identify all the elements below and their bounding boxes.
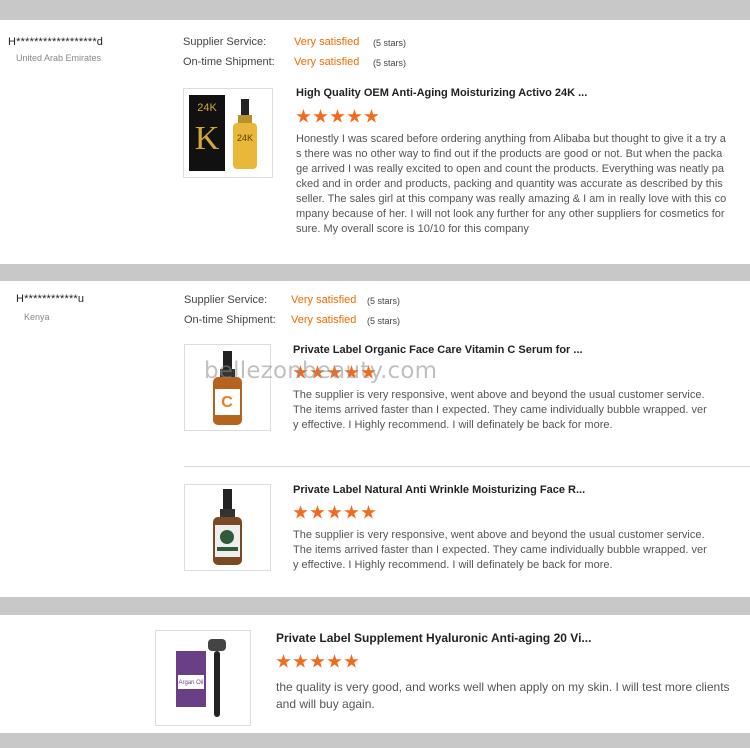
star-icon	[330, 109, 345, 123]
product-title[interactable]: Private Label Supplement Hyaluronic Anti…	[276, 631, 591, 645]
review-card-1: H******************d United Arab Emirate…	[0, 20, 750, 264]
shipment-value: Very satisfied	[294, 56, 360, 68]
supplier-service-value: Very satisfied	[294, 36, 360, 48]
svg-text:C: C	[221, 394, 233, 411]
svg-text:24K: 24K	[197, 102, 217, 114]
star-icon	[296, 109, 311, 123]
review-text: The supplier is very responsive, went ab…	[293, 389, 707, 431]
star-icon	[344, 654, 359, 668]
product-rating	[296, 109, 379, 124]
supplier-service-label: Supplier Service:	[183, 36, 267, 48]
review-text: Honestly I was scared before ordering an…	[296, 133, 727, 235]
reviewer-name: H******************d	[8, 36, 104, 48]
product-thumbnail[interactable]	[184, 484, 271, 571]
product-title[interactable]: High Quality OEM Anti-Aging Moisturizing…	[296, 87, 587, 99]
star-icon	[293, 505, 308, 519]
supplier-service-value: Very satisfied	[291, 294, 357, 306]
review-text: The supplier is very responsive, went ab…	[293, 529, 707, 571]
shipment-value: Very satisfied	[291, 314, 357, 326]
star-icon	[364, 109, 379, 123]
product-title[interactable]: Private Label Organic Face Care Vitamin …	[293, 344, 583, 356]
supplier-service-label: Supplier Service:	[184, 294, 268, 306]
star-icon	[313, 109, 328, 123]
review-card-3: Argan Oil Private Label Supplement Hyalu…	[0, 615, 750, 733]
reviewer-name: H************u	[16, 293, 85, 305]
svg-text:Argan Oil: Argan Oil	[178, 680, 203, 686]
review-text: the quality is very good, and works well…	[276, 680, 730, 711]
watermark: bellezonbeauty.com	[204, 358, 438, 384]
product-title[interactable]: Private Label Natural Anti Wrinkle Moist…	[293, 484, 585, 496]
product-rating	[293, 505, 376, 520]
star-icon	[344, 505, 359, 519]
star-icon	[276, 654, 291, 668]
shipment-label: On-time Shipment:	[184, 314, 276, 326]
review-card-2: H************u Kenya Supplier Service: V…	[0, 281, 750, 597]
star-icon	[310, 505, 325, 519]
supplier-service-stars: (5 stars)	[367, 296, 401, 306]
product-thumbnail[interactable]: 24K K 24K	[183, 88, 273, 178]
product-divider	[184, 466, 750, 467]
star-icon	[293, 654, 308, 668]
product-thumbnail[interactable]: Argan Oil	[155, 630, 251, 726]
shipment-stars: (5 stars)	[373, 58, 407, 68]
svg-text:K: K	[195, 120, 220, 157]
shipment-label: On-time Shipment:	[183, 56, 275, 68]
argan-oil-roller-image: Argan Oil	[176, 639, 226, 717]
reviewer-country: United Arab Emirates	[16, 53, 102, 63]
serum-24k-image: 24K K 24K	[189, 95, 257, 171]
svg-text:24K: 24K	[237, 133, 253, 143]
star-icon	[361, 505, 376, 519]
reviewer-country: Kenya	[24, 312, 50, 322]
star-icon	[327, 505, 342, 519]
shipment-stars: (5 stars)	[367, 316, 401, 326]
anti-wrinkle-serum-image	[213, 489, 242, 565]
star-icon	[347, 109, 362, 123]
star-icon	[310, 654, 325, 668]
supplier-service-stars: (5 stars)	[373, 38, 407, 48]
product-rating	[276, 654, 359, 669]
star-icon	[327, 654, 342, 668]
